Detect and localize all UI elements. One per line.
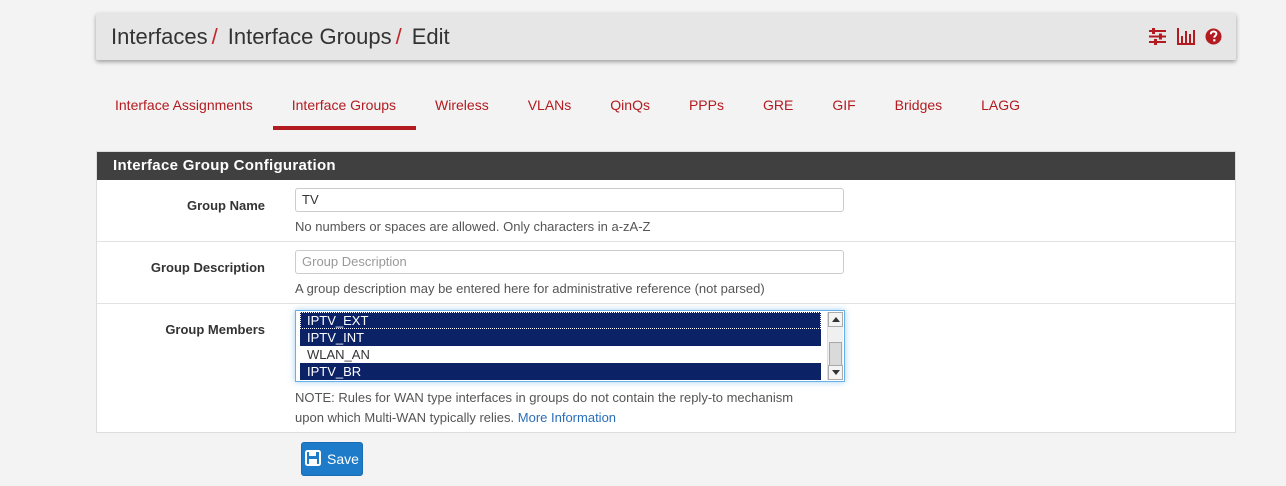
group-description-help: A group description may be entered here …	[295, 281, 765, 296]
group-members-row: Group Members IPTV_EXT IPTV_INT WLAN_AN …	[97, 304, 1235, 432]
group-name-help: No numbers or spaces are allowed. Only c…	[295, 219, 651, 234]
tab-gif[interactable]: GIF	[813, 82, 875, 130]
save-button-label: Save	[327, 451, 359, 467]
note-text: upon which Multi-WAN typically relies.	[295, 410, 515, 425]
header-icons	[1148, 27, 1223, 46]
interface-group-panel: Interface Group Configuration Group Name…	[96, 151, 1236, 433]
breadcrumb: Interfaces / Interface Groups / Edit	[111, 24, 450, 50]
tab-vlans[interactable]: VLANs	[509, 82, 592, 130]
group-members-label: Group Members	[165, 322, 265, 337]
scrollbar-thumb[interactable]	[829, 342, 842, 366]
group-description-row: Group Description Group Description A gr…	[97, 242, 1235, 304]
breadcrumb-interface-groups[interactable]: Interface Groups	[228, 24, 392, 50]
group-name-label: Group Name	[186, 198, 265, 213]
option-iptv-ext[interactable]: IPTV_EXT	[300, 312, 821, 329]
option-wlan-an[interactable]: WLAN_AN	[300, 346, 821, 363]
breadcrumb-separator: /	[395, 23, 402, 49]
tab-interface-assignments[interactable]: Interface Assignments	[96, 82, 273, 130]
panel-title: Interface Group Configuration	[97, 152, 1235, 180]
scroll-up-button[interactable]	[828, 312, 843, 327]
more-information-link[interactable]: More Information	[518, 410, 616, 425]
page: Interfaces / Interface Groups / Edit Int…	[0, 0, 1286, 486]
tab-gre[interactable]: GRE	[744, 82, 813, 130]
tab-lagg[interactable]: LAGG	[962, 82, 1040, 130]
tab-interface-groups[interactable]: Interface Groups	[272, 82, 417, 130]
scroll-down-button[interactable]	[828, 365, 843, 380]
help-circle-icon[interactable]	[1204, 27, 1223, 46]
group-name-input[interactable]: TV	[295, 188, 844, 212]
group-name-row: Group Name TV No numbers or spaces are a…	[97, 180, 1235, 242]
breadcrumb-edit: Edit	[411, 23, 450, 49]
option-iptv-int[interactable]: IPTV_INT	[300, 329, 821, 346]
group-members-note-line2: upon which Multi-WAN typically relies. M…	[295, 410, 616, 425]
tab-wireless[interactable]: Wireless	[416, 82, 509, 130]
tab-qinqs[interactable]: QinQs	[591, 82, 670, 130]
page-header: Interfaces / Interface Groups / Edit	[96, 13, 1236, 60]
select-scrollbar[interactable]	[827, 312, 843, 380]
sliders-icon[interactable]	[1148, 27, 1167, 46]
group-description-label: Group Description	[150, 260, 265, 275]
group-description-input[interactable]: Group Description	[295, 250, 844, 274]
bar-chart-icon[interactable]	[1176, 27, 1195, 46]
save-button[interactable]: Save	[301, 442, 363, 476]
tab-bar: Interface Assignments Interface Groups W…	[96, 82, 1040, 130]
option-iptv-br[interactable]: IPTV_BR	[300, 363, 821, 380]
breadcrumb-separator: /	[211, 23, 218, 49]
group-members-select[interactable]: IPTV_EXT IPTV_INT WLAN_AN IPTV_BR	[295, 310, 845, 382]
arrow-down-icon	[832, 370, 840, 375]
breadcrumb-interfaces[interactable]: Interfaces	[111, 24, 208, 50]
group-members-note-line1: NOTE: Rules for WAN type interfaces in g…	[295, 390, 794, 405]
save-icon	[305, 449, 322, 469]
tab-bridges[interactable]: Bridges	[876, 82, 962, 130]
tab-ppps[interactable]: PPPs	[670, 82, 744, 130]
arrow-up-icon	[832, 317, 840, 322]
